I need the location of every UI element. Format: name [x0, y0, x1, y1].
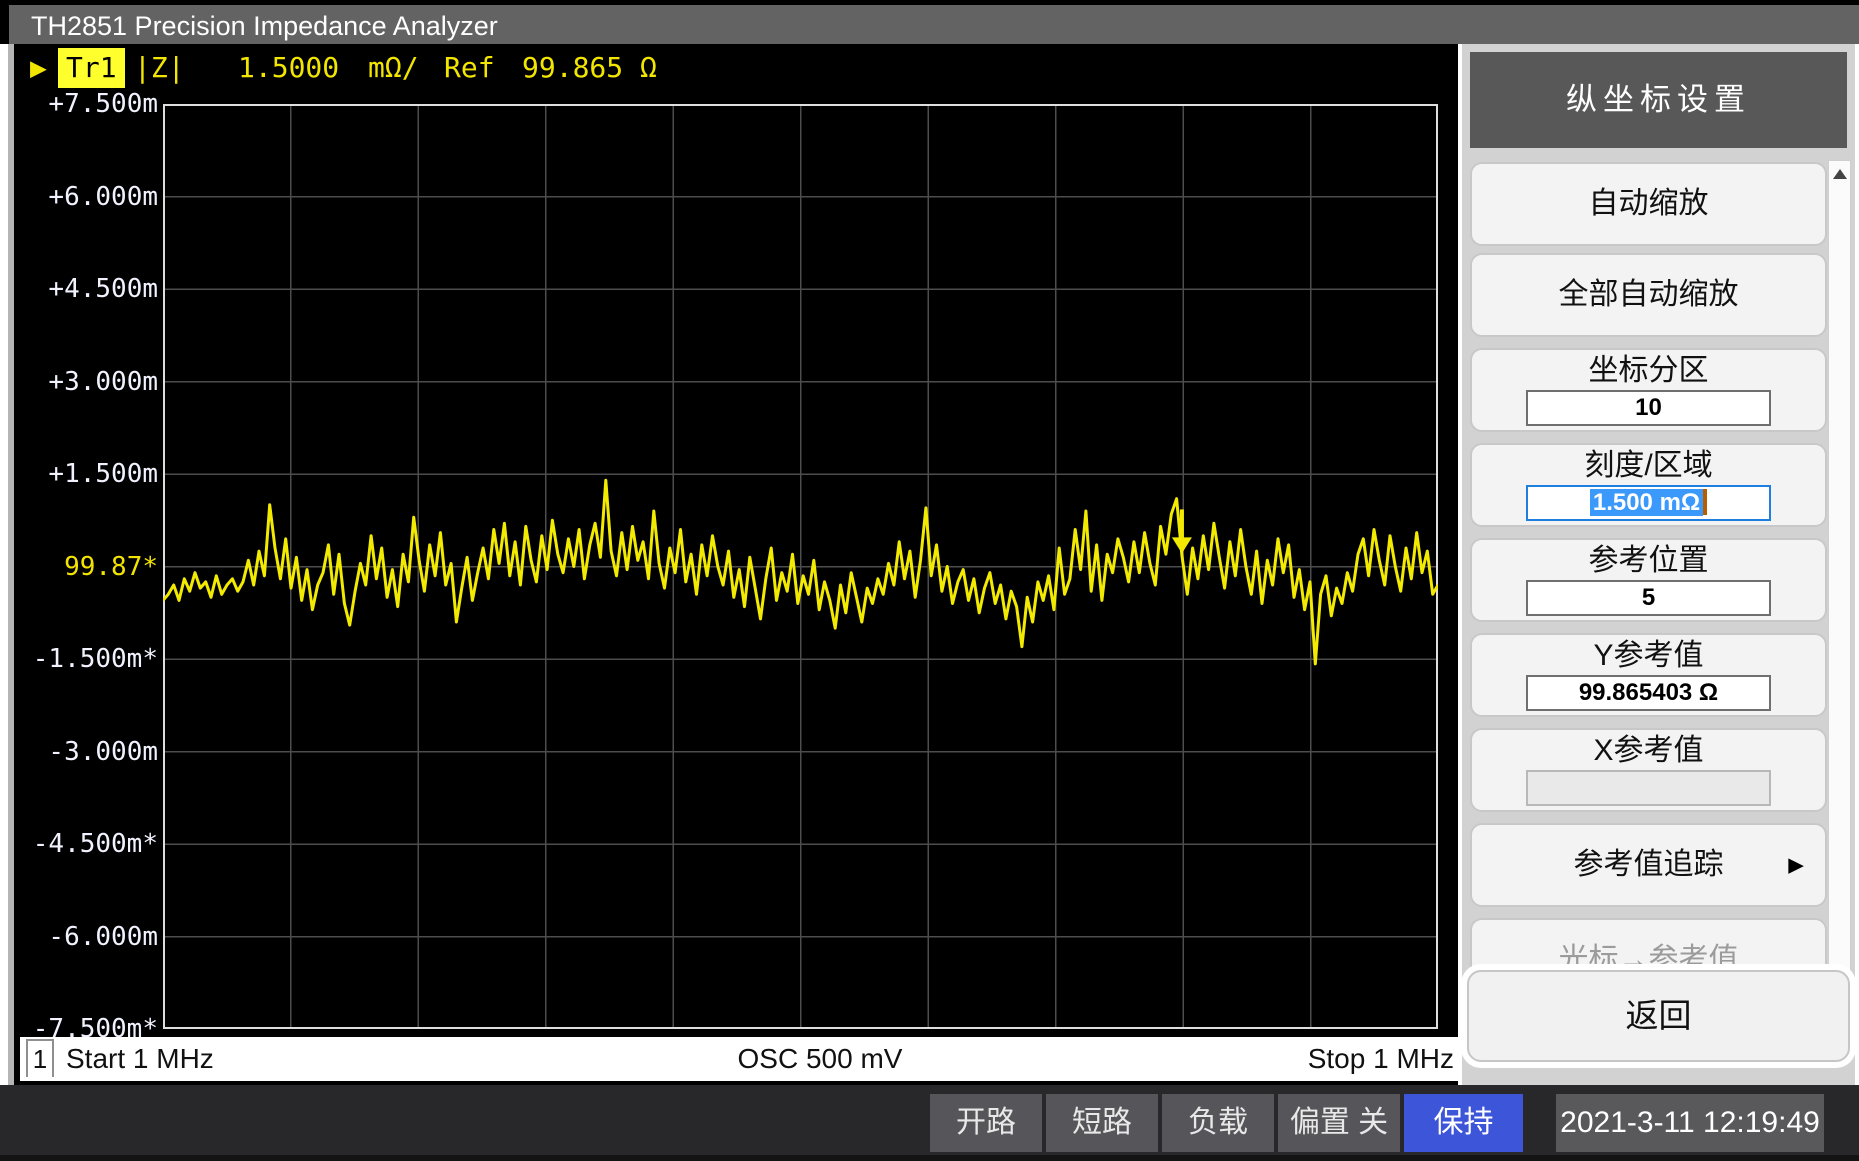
trace-ref-label: Ref [444, 48, 495, 88]
divisions-button[interactable]: 坐标分区 10 [1470, 348, 1827, 432]
scroll-up-icon[interactable] [1833, 169, 1847, 179]
auto-scale-all-button[interactable]: 全部自动缩放 [1470, 253, 1827, 337]
app-window: TH2851 Precision Impedance Analyzer ▶ Tr… [0, 0, 1859, 1161]
auto-scale-button[interactable]: 自动缩放 [1470, 162, 1827, 246]
x-ref-value-button[interactable]: X参考值 [1470, 728, 1827, 812]
trace-status-line: ▶ Tr1 |Z| 1.5000 mΩ/ Ref 99.865 Ω [14, 48, 1458, 90]
settings-sidebar: 纵坐标设置 自动缩放 全部自动缩放 坐标分区 10 刻度/区域 1.500 mΩ… [1462, 44, 1855, 1085]
submenu-arrow-icon: ► [1783, 850, 1809, 881]
measurement-grid [163, 104, 1438, 1029]
y-axis-tick: +1.500m [18, 459, 158, 489]
bias-off-button[interactable]: 偏置 关 [1278, 1094, 1400, 1152]
status-bar: 开路 短路 负载 偏置 关 保持 2021-3-11 12:19:49 [0, 1085, 1859, 1161]
text-caret [1703, 489, 1707, 515]
scale-per-div-input[interactable]: 1.500 mΩ [1526, 485, 1771, 521]
chart-panel: ▶ Tr1 |Z| 1.5000 mΩ/ Ref 99.865 Ω +7.500… [8, 44, 1458, 1085]
sweep-start-label: Start 1 MHz [66, 1037, 214, 1081]
y-axis-tick: -6.000m [18, 922, 158, 952]
trace-parameter: |Z| [134, 48, 185, 88]
trace-name-badge[interactable]: Tr1 [58, 48, 125, 88]
y-ref-value-button[interactable]: Y参考值 99.865403 Ω [1470, 633, 1827, 717]
scale-per-div-button[interactable]: 刻度/区域 1.500 mΩ [1470, 443, 1827, 527]
y-axis-tick: +7.500m [18, 89, 158, 119]
divisions-input[interactable]: 10 [1526, 390, 1771, 426]
sweep-info-strip: 1 Start 1 MHz OSC 500 mV Stop 1 MHz [20, 1037, 1458, 1081]
back-button[interactable]: 返回 [1467, 970, 1850, 1062]
trace-scale-value: 1.5000 [238, 48, 339, 88]
y-axis-tick: +3.000m [18, 367, 158, 397]
x-ref-value-input[interactable] [1526, 770, 1771, 806]
y-axis-tick: -3.000m [18, 737, 158, 767]
sidebar-title: 纵坐标设置 [1470, 52, 1847, 148]
ref-tracking-button[interactable]: 参考值追踪 ► [1470, 823, 1827, 907]
datetime-display: 2021-3-11 12:19:49 [1556, 1094, 1824, 1152]
sidebar-scrollbar[interactable] [1828, 160, 1851, 1010]
short-correction-button[interactable]: 短路 [1046, 1094, 1158, 1152]
osc-level-label: OSC 500 mV [620, 1037, 1020, 1081]
sweep-stop-label: Stop 1 MHz [1308, 1037, 1454, 1081]
y-ref-value-input[interactable]: 99.865403 Ω [1526, 675, 1771, 711]
load-correction-button[interactable]: 负载 [1162, 1094, 1274, 1152]
open-correction-button[interactable]: 开路 [930, 1094, 1042, 1152]
trace-scale-unit: mΩ/ [368, 48, 419, 88]
y-axis-tick: +4.500m [18, 274, 158, 304]
ref-position-button[interactable]: 参考位置 5 [1470, 538, 1827, 622]
channel-indicator: 1 [26, 1039, 54, 1077]
active-trace-arrow-icon: ▶ [30, 48, 47, 88]
ref-position-input[interactable]: 5 [1526, 580, 1771, 616]
y-axis-tick: -1.500m* [18, 644, 158, 674]
trace-marker-icon [1172, 537, 1192, 553]
y-axis-tick: -4.500m* [18, 829, 158, 859]
y-axis-reference-tick: 99.87* [18, 552, 158, 582]
title-bar: TH2851 Precision Impedance Analyzer [0, 0, 1859, 44]
y-axis-tick: +6.000m [18, 182, 158, 212]
trace-ref-value: 99.865 Ω [522, 48, 657, 88]
y-axis-labels: +7.500m+6.000m+4.500m+3.000m+1.500m99.87… [18, 104, 158, 1029]
hold-button[interactable]: 保持 [1404, 1094, 1523, 1152]
window-title: TH2851 Precision Impedance Analyzer [31, 8, 498, 44]
